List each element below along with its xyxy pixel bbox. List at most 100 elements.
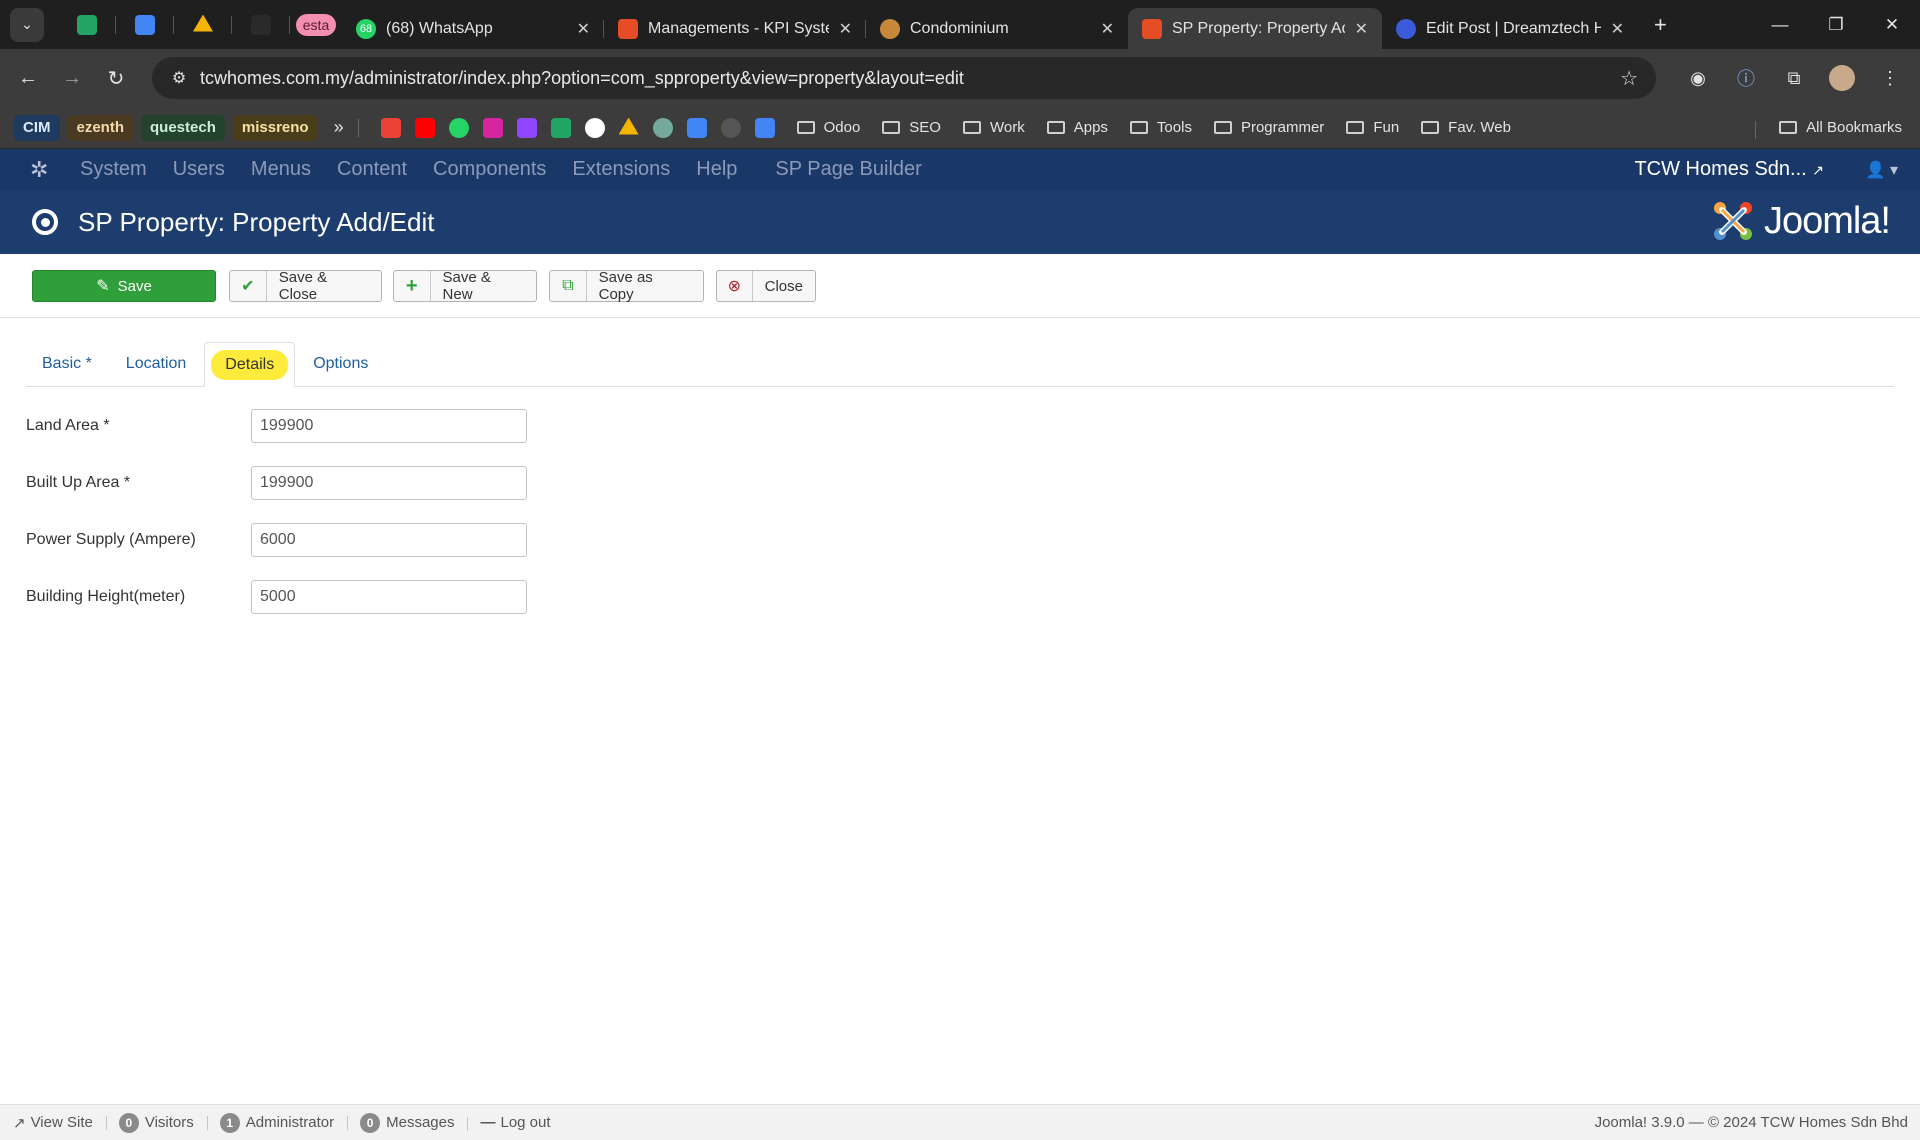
folder-apps[interactable]: Apps bbox=[1046, 119, 1108, 136]
close-icon[interactable]: ✕ bbox=[1101, 19, 1114, 39]
site-link[interactable]: TCW Homes Sdn... ↗ bbox=[1634, 158, 1824, 181]
sheets-icon[interactable] bbox=[550, 117, 571, 138]
bookmark-star-icon[interactable]: ☆ bbox=[1620, 66, 1638, 91]
built-up-area-input[interactable] bbox=[251, 466, 527, 500]
tab-location[interactable]: Location bbox=[110, 342, 203, 386]
drive-icon[interactable] bbox=[618, 117, 639, 135]
close-window-icon[interactable]: ✕ bbox=[1864, 0, 1920, 49]
tab-kpi-system[interactable]: Managements - KPI System ✕ bbox=[604, 8, 866, 49]
pinned-tab-calendar[interactable] bbox=[116, 0, 174, 49]
profile-avatar[interactable] bbox=[1822, 58, 1862, 98]
land-area-input[interactable] bbox=[251, 409, 527, 443]
reload-icon[interactable]: ↻ bbox=[96, 58, 136, 98]
address-bar[interactable]: ⚙ tcwhomes.com.my/administrator/index.ph… bbox=[152, 57, 1656, 99]
folder-work[interactable]: Work bbox=[962, 119, 1025, 136]
folder-icon bbox=[1129, 121, 1148, 134]
pinned-tab-blank[interactable] bbox=[232, 0, 290, 49]
bookmark-questech[interactable]: questech bbox=[141, 114, 225, 141]
menu-system[interactable]: System bbox=[80, 158, 147, 181]
google-icon[interactable] bbox=[584, 117, 605, 138]
gmail-icon[interactable] bbox=[380, 117, 401, 138]
folder-fun[interactable]: Fun bbox=[1346, 119, 1399, 136]
save-as-copy-button[interactable]: ⧉ Save as Copy bbox=[549, 269, 704, 303]
whatsapp-icon[interactable] bbox=[448, 117, 469, 138]
folder-fav-web[interactable]: Fav. Web bbox=[1421, 119, 1511, 136]
pinned-tab-sheets[interactable] bbox=[58, 0, 116, 49]
bookmark-ezenth[interactable]: ezenth bbox=[67, 114, 134, 141]
minimize-icon[interactable]: — bbox=[1752, 0, 1808, 49]
google-calendar-icon bbox=[135, 14, 155, 35]
save-button[interactable]: ✎ Save bbox=[32, 270, 216, 302]
building-height-input[interactable] bbox=[251, 580, 527, 614]
extensions-icon[interactable]: ⧉ bbox=[1774, 58, 1814, 98]
translate-icon[interactable] bbox=[686, 117, 707, 138]
joomla-menu-icon[interactable]: ✲ bbox=[30, 157, 52, 183]
twitch-icon[interactable] bbox=[516, 117, 537, 138]
save-new-button[interactable]: + Save & New bbox=[393, 269, 537, 303]
close-icon[interactable]: ✕ bbox=[839, 19, 852, 39]
new-tab-button[interactable]: + bbox=[1654, 12, 1667, 38]
folder-programmer[interactable]: Programmer bbox=[1213, 119, 1324, 136]
tab-options[interactable]: Options bbox=[297, 342, 384, 386]
menu-components[interactable]: Components bbox=[433, 158, 546, 181]
bookmark-missreno[interactable]: missreno bbox=[232, 114, 318, 141]
close-icon[interactable]: ✕ bbox=[577, 19, 590, 39]
folder-tools[interactable]: Tools bbox=[1129, 119, 1192, 136]
tab-edit-post[interactable]: Edit Post | Dreamztech Help ✕ bbox=[1382, 8, 1638, 49]
forward-arrow-icon[interactable]: → bbox=[52, 58, 92, 98]
bookmarks-overflow-icon[interactable]: » bbox=[334, 117, 344, 138]
menu-sp-page-builder[interactable]: SP Page Builder bbox=[775, 158, 921, 181]
tab-condominium[interactable]: Condominium ✕ bbox=[866, 8, 1128, 49]
instagram-icon[interactable] bbox=[482, 117, 503, 138]
password-manager-icon[interactable]: ⓘ bbox=[1726, 58, 1766, 98]
folder-icon bbox=[962, 121, 981, 134]
browser-menu-icon[interactable]: ⋮ bbox=[1870, 58, 1910, 98]
chatgpt-icon[interactable] bbox=[652, 117, 673, 138]
cancel-circle-icon: ⊗ bbox=[717, 271, 753, 301]
bookmark-cim[interactable]: CIM bbox=[14, 114, 60, 141]
all-bookmarks-label: All Bookmarks bbox=[1806, 119, 1902, 136]
joomla-logo-text: Joomla! bbox=[1763, 199, 1891, 242]
tab-whatsapp[interactable]: 68 (68) WhatsApp ✕ bbox=[342, 8, 604, 49]
menu-content[interactable]: Content bbox=[337, 158, 407, 181]
youtube-icon[interactable] bbox=[414, 117, 435, 138]
pinned-tab-drive[interactable] bbox=[174, 0, 232, 49]
power-supply-input[interactable] bbox=[251, 523, 527, 557]
user-menu[interactable]: 👤 ▾ bbox=[1866, 160, 1898, 180]
restore-icon[interactable]: ❐ bbox=[1808, 0, 1864, 49]
version-copyright: Joomla! 3.9.0 — © 2024 TCW Homes Sdn Bhd bbox=[1594, 1114, 1908, 1131]
joomla-icon bbox=[618, 18, 638, 39]
target-icon bbox=[32, 209, 58, 235]
pinned-tab-esta[interactable]: esta bbox=[290, 0, 342, 49]
tab-basic[interactable]: Basic * bbox=[26, 342, 108, 386]
messages-link[interactable]: 0 Messages bbox=[347, 1112, 467, 1133]
close-icon[interactable]: ✕ bbox=[1611, 19, 1624, 39]
menu-menus[interactable]: Menus bbox=[251, 158, 311, 181]
logout-link[interactable]: — Log out bbox=[467, 1114, 563, 1131]
messages-label: Messages bbox=[386, 1114, 455, 1131]
tab-search-button[interactable]: ⌄ bbox=[10, 7, 44, 42]
field-land-area: Land Area * bbox=[26, 409, 527, 443]
all-bookmarks[interactable]: All Bookmarks bbox=[1755, 119, 1902, 139]
view-site-link[interactable]: ↗ View Site bbox=[0, 1114, 106, 1132]
site-info-icon[interactable]: ⚙ bbox=[162, 68, 196, 88]
administrator-link[interactable]: 1 Administrator bbox=[206, 1112, 347, 1133]
clock-icon[interactable] bbox=[720, 117, 741, 138]
status-bar: ↗ View Site 0 Visitors 1 Administrator 0 Mes… bbox=[0, 1104, 1920, 1140]
menu-help[interactable]: Help bbox=[696, 158, 737, 181]
menu-users[interactable]: Users bbox=[173, 158, 225, 181]
save-close-button[interactable]: ✔ Save & Close bbox=[229, 269, 382, 303]
back-arrow-icon[interactable]: ← bbox=[8, 58, 48, 98]
calendar-icon[interactable] bbox=[754, 117, 775, 138]
visitors-link[interactable]: 0 Visitors bbox=[105, 1112, 207, 1133]
tab-details[interactable]: Details bbox=[204, 342, 296, 387]
url-text[interactable]: tcwhomes.com.my/administrator/index.php?… bbox=[200, 68, 964, 89]
close-icon[interactable]: ✕ bbox=[1355, 19, 1368, 39]
folder-seo[interactable]: SEO bbox=[882, 119, 941, 136]
menu-extensions[interactable]: Extensions bbox=[572, 158, 670, 181]
close-button[interactable]: ⊗ Close bbox=[716, 270, 816, 302]
tab-sp-property[interactable]: SP Property: Property Add/Edit ✕ bbox=[1128, 8, 1382, 49]
camera-icon[interactable]: ◉ bbox=[1678, 58, 1718, 98]
chevron-down-icon: ⌄ bbox=[21, 16, 33, 32]
folder-odoo[interactable]: Odoo bbox=[796, 119, 860, 136]
